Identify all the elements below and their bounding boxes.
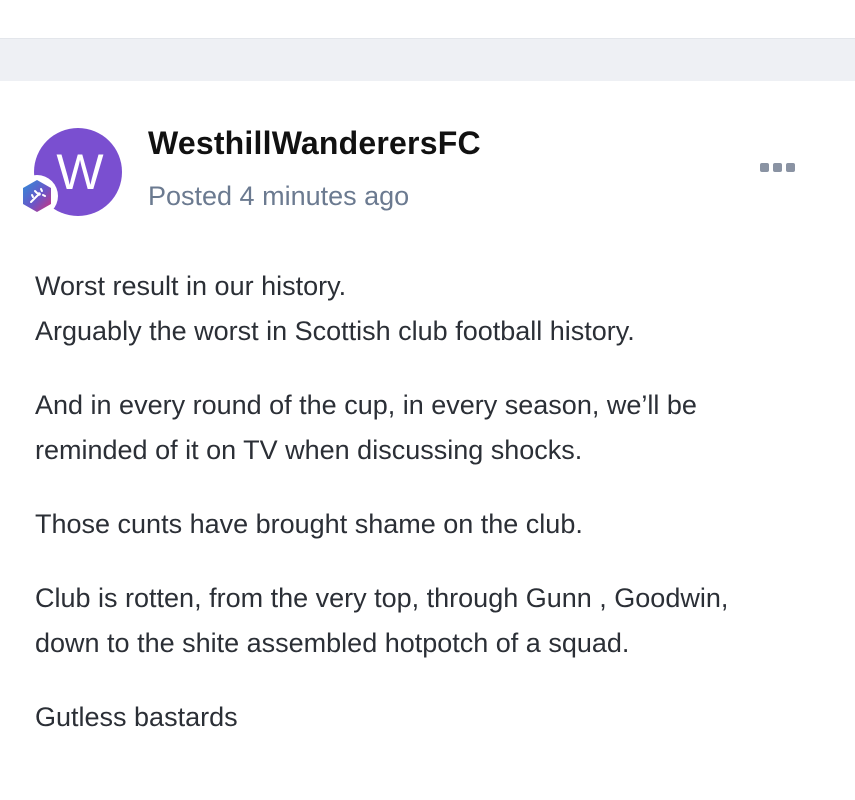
ellipsis-icon xyxy=(759,162,769,172)
post-paragraph: And in every round of the cup, in every … xyxy=(35,383,825,473)
ellipsis-icon xyxy=(785,162,795,172)
rank-badge-icon xyxy=(16,175,58,217)
top-bar xyxy=(0,0,855,38)
post-paragraph: Gutless bastards xyxy=(35,695,825,740)
post-line: Gutless bastards xyxy=(35,702,238,732)
post-line: Arguably the worst in Scottish club foot… xyxy=(35,316,635,346)
post-line: down to the shite assembled hotpotch of … xyxy=(35,628,630,658)
author-name[interactable]: WesthillWanderersFC xyxy=(148,125,481,162)
post-line: Club is rotten, from the very top, throu… xyxy=(35,583,729,613)
forum-post: W WesthillWanderersFC Posted 4 minutes a… xyxy=(0,81,855,800)
post-line: reminded of it on TV when discussing sho… xyxy=(35,435,583,465)
post-line: Those cunts have brought shame on the cl… xyxy=(35,509,583,539)
avatar-letter: W xyxy=(56,144,104,200)
post-body: Worst result in our history. Arguably th… xyxy=(35,264,825,769)
ellipsis-icon xyxy=(772,162,782,172)
post-line: And in every round of the cup, in every … xyxy=(35,390,697,420)
post-timestamp: Posted 4 minutes ago xyxy=(148,181,410,211)
post-line: Worst result in our history. xyxy=(35,271,347,301)
post-paragraph: Club is rotten, from the very top, throu… xyxy=(35,576,825,666)
post-paragraph: Those cunts have brought shame on the cl… xyxy=(35,502,825,547)
post-paragraph: Worst result in our history. Arguably th… xyxy=(35,264,825,354)
post-separator xyxy=(0,38,855,82)
more-options-button[interactable] xyxy=(755,155,799,179)
